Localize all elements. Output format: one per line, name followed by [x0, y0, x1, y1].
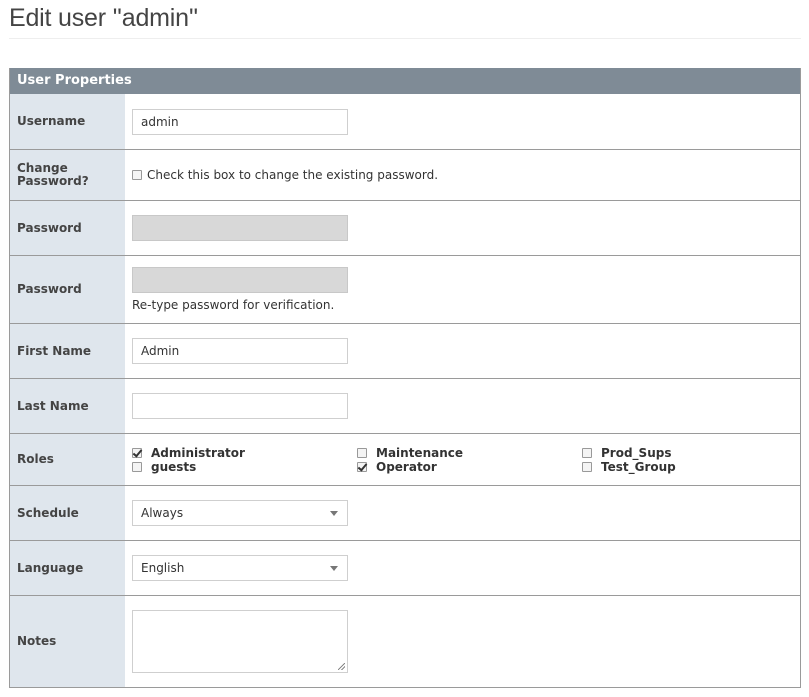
role-guests[interactable]: guests [132, 460, 357, 474]
role-administrator[interactable]: Administrator [132, 446, 357, 460]
user-properties-form: User Properties Username Change Password… [9, 68, 801, 688]
page-title: Edit user ''admin'' [9, 4, 198, 32]
resize-handle-icon[interactable] [338, 663, 345, 670]
row-password-confirm: Password Re-type password for verificati… [10, 255, 800, 323]
row-password: Password [10, 200, 800, 255]
password-confirm-input[interactable] [132, 267, 348, 293]
language-label: Language [10, 541, 125, 595]
password-confirm-label: Password [10, 256, 125, 323]
row-roles: Roles Administrator Maintenance Prod_Sup… [10, 433, 800, 485]
role-checkbox[interactable] [132, 447, 142, 458]
row-first-name: First Name [10, 323, 800, 378]
row-notes: Notes [10, 595, 800, 687]
password-input[interactable] [132, 215, 348, 241]
language-select[interactable]: English [132, 555, 348, 581]
role-checkbox[interactable] [582, 447, 592, 458]
first-name-label: First Name [10, 324, 125, 378]
schedule-select[interactable]: Always [132, 500, 348, 526]
row-username: Username [10, 94, 800, 149]
role-checkbox[interactable] [357, 447, 367, 458]
chevron-down-icon [330, 510, 338, 516]
row-schedule: Schedule Always [10, 485, 800, 540]
section-header: User Properties [10, 68, 800, 94]
username-input[interactable] [132, 108, 348, 135]
row-language: Language English [10, 540, 800, 595]
role-prod-sups[interactable]: Prod_Sups [582, 446, 782, 460]
last-name-input[interactable] [132, 393, 348, 419]
change-password-text: Check this box to change the existing pa… [147, 168, 439, 182]
role-maintenance[interactable]: Maintenance [357, 446, 582, 460]
first-name-input[interactable] [132, 338, 348, 364]
change-password-checkbox[interactable] [132, 170, 142, 180]
role-operator[interactable]: Operator [357, 460, 582, 474]
row-change-password: Change Password? Check this box to chang… [10, 149, 800, 200]
last-name-label: Last Name [10, 379, 125, 433]
row-last-name: Last Name [10, 378, 800, 433]
chevron-down-icon [330, 565, 338, 571]
schedule-label: Schedule [10, 486, 125, 540]
roles-label: Roles [10, 434, 125, 485]
password-label: Password [10, 201, 125, 255]
title-divider [9, 38, 801, 39]
role-checkbox[interactable] [357, 461, 367, 472]
password-confirm-hint: Re-type password for verification. [132, 298, 335, 312]
notes-textarea[interactable] [132, 610, 348, 673]
change-password-label: Change Password? [10, 150, 125, 200]
username-label: Username [10, 94, 125, 149]
role-checkbox[interactable] [582, 461, 592, 472]
role-checkbox[interactable] [132, 461, 142, 472]
notes-label: Notes [10, 596, 125, 687]
role-test-group[interactable]: Test_Group [582, 460, 782, 474]
